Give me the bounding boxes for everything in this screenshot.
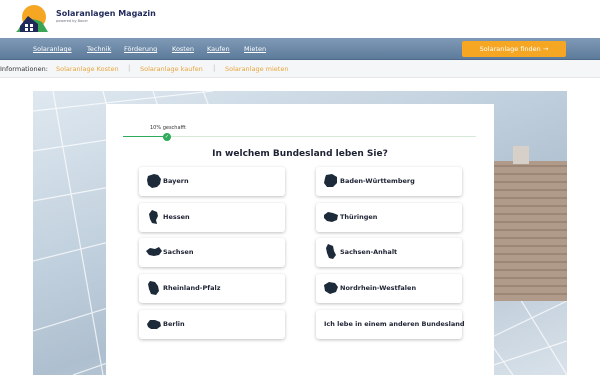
nav-item-technik[interactable]: Technik [87, 45, 111, 53]
baden-wuerttemberg-map-icon [324, 174, 337, 187]
progress-fill [123, 136, 167, 137]
option-label: Baden-Württemberg [340, 177, 415, 185]
option-label: Ich lebe in einem anderen Bundesland [324, 320, 465, 328]
option-nordrhein-westfalen[interactable]: Nordrhein-Westfalen [316, 274, 462, 303]
check-icon: ✓ [163, 133, 171, 141]
brand[interactable]: Solaranlagen Magazin powered by Bauer [56, 9, 156, 24]
option-thueringen[interactable]: Thüringen [316, 203, 462, 232]
info-link-kosten[interactable]: Solaranlage Kosten [56, 65, 119, 73]
rheinland-pfalz-map-icon [148, 281, 159, 295]
sachsen-map-icon [146, 247, 162, 256]
option-bayern[interactable]: Bayern [139, 167, 285, 196]
option-label: Berlin [163, 320, 185, 328]
option-label: Rheinland-Pfalz [163, 284, 221, 292]
nordrhein-westfalen-map-icon [324, 282, 338, 294]
sachsen-anhalt-map-icon [326, 244, 336, 259]
option-baden-wuerttemberg[interactable]: Baden-Württemberg [316, 167, 462, 196]
hessen-map-icon [149, 210, 158, 224]
berlin-map-icon [147, 320, 161, 329]
find-solar-button[interactable]: Solaranlage finden → [462, 41, 566, 57]
solar-house-logo-icon [16, 5, 48, 32]
quiz-question: In welchem Bundesland leben Sie? [212, 149, 388, 159]
info-link-mieten[interactable]: Solaranlage mieten [225, 65, 288, 73]
info-separator: | [213, 64, 216, 72]
option-label: Thüringen [340, 213, 378, 221]
progress-track [123, 136, 476, 137]
chimney [513, 146, 529, 164]
option-rheinland-pfalz[interactable]: Rheinland-Pfalz [139, 274, 285, 303]
site-logo[interactable] [12, 4, 52, 34]
option-sachsen-anhalt[interactable]: Sachsen-Anhalt [316, 238, 462, 267]
option-berlin[interactable]: Berlin [139, 310, 285, 339]
brand-subtitle: powered by Bauer [56, 19, 88, 23]
nav-item-mieten[interactable]: Mieten [244, 45, 266, 53]
option-hessen[interactable]: Hessen [139, 203, 285, 232]
option-label: Hessen [163, 213, 190, 221]
option-label: Sachsen-Anhalt [340, 248, 398, 256]
info-link-kaufen[interactable]: Solaranlage kaufen [140, 65, 203, 73]
option-sachsen[interactable]: Sachsen [139, 238, 285, 267]
option-label: Bayern [163, 177, 189, 185]
arrow-right-icon: → [542, 45, 549, 53]
info-separator: | [128, 64, 131, 72]
nav-item-kaufen[interactable]: Kaufen [207, 45, 230, 53]
info-label: Informationen: [0, 65, 48, 73]
thueringen-map-icon [324, 212, 338, 222]
find-solar-button-label: Solaranlage finden [479, 45, 541, 53]
option-label: Nordrhein-Westfalen [340, 284, 417, 292]
roof-tiles [493, 161, 567, 301]
nav-item-kosten[interactable]: Kosten [172, 45, 194, 53]
nav-item-solaranlage[interactable]: Solaranlage [33, 45, 72, 53]
bayern-map-icon [147, 174, 161, 188]
nav-item-foerderung[interactable]: Förderung [124, 45, 157, 53]
brand-title: Solaranlagen Magazin [56, 9, 156, 18]
option-label: Sachsen [163, 248, 194, 256]
site-header: Solaranlagen Magazin powered by Bauer [0, 0, 600, 38]
option-other-state[interactable]: Ich lebe in einem anderen Bundesland [316, 310, 465, 339]
progress-label: 10% geschafft [150, 125, 186, 131]
